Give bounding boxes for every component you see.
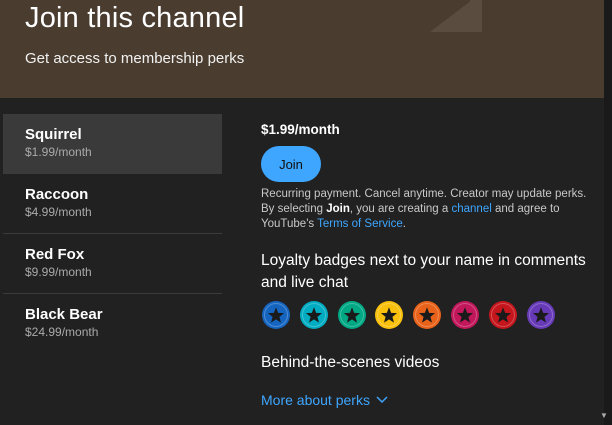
tier-detail: $1.99/month Join Recurring payment. Canc…	[261, 122, 591, 408]
fine-print-recurring: Recurring payment. Cancel anytime. Creat…	[261, 188, 587, 200]
star-badge-icon	[299, 301, 328, 329]
tier-item-black-bear[interactable]: Black Bear $24.99/month	[3, 294, 222, 354]
star-badge-icon	[488, 301, 517, 329]
tier-price: $9.99/month	[25, 265, 92, 279]
tier-item-red-fox[interactable]: Red Fox $9.99/month	[3, 234, 222, 294]
selected-tier-price: $1.99/month	[261, 122, 340, 137]
fine-print-text: By selecting	[261, 203, 327, 215]
channel-link[interactable]: channel	[452, 203, 492, 215]
fine-print-agreement: By selecting Join, you are creating a ch…	[261, 202, 591, 232]
tier-item-raccoon[interactable]: Raccoon $4.99/month	[3, 174, 222, 234]
badge-row	[261, 300, 591, 330]
header-decoration-strip	[470, 0, 482, 32]
page-subtitle: Get access to membership perks	[25, 50, 245, 67]
perk-loyalty-badges: Loyalty badges next to your name in comm…	[261, 250, 591, 330]
fine-print-join-word: Join	[326, 203, 350, 215]
star-badge-icon	[450, 301, 479, 329]
channel-header: Join this channel Get access to membersh…	[0, 0, 612, 98]
chevron-down-icon	[376, 396, 388, 404]
fine-print-text: , you are creating a	[349, 203, 452, 215]
tier-price: $24.99/month	[25, 325, 99, 339]
tier-name: Red Fox	[25, 246, 85, 263]
header-decoration	[430, 0, 472, 32]
perk-title: Loyalty badges next to your name in comm…	[261, 252, 586, 291]
tier-list: Squirrel $1.99/month Raccoon $4.99/month…	[3, 114, 222, 354]
scrollbar-track[interactable]	[604, 0, 612, 425]
more-about-perks-link[interactable]: More about perks	[261, 392, 591, 408]
join-button[interactable]: Join	[261, 146, 321, 182]
scroll-down-arrow-icon[interactable]: ▼	[596, 408, 612, 424]
star-badge-icon	[413, 301, 442, 329]
tier-name: Squirrel	[25, 126, 82, 143]
star-badge-icon	[337, 301, 366, 329]
page-title: Join this channel	[25, 2, 245, 34]
tier-price: $4.99/month	[25, 205, 92, 219]
star-badge-icon	[262, 301, 290, 329]
fine-print-text: .	[402, 218, 406, 230]
tier-name: Black Bear	[25, 306, 103, 323]
tier-item-squirrel[interactable]: Squirrel $1.99/month	[3, 114, 222, 174]
terms-of-service-link[interactable]: Terms of Service	[317, 218, 403, 230]
star-badge-icon	[526, 301, 555, 329]
tier-name: Raccoon	[25, 186, 89, 203]
perk-title: Behind-the-scenes videos	[261, 354, 440, 371]
fine-print: Recurring payment. Cancel anytime. Creat…	[261, 187, 591, 232]
star-badge-icon	[375, 301, 404, 329]
tier-price: $1.99/month	[25, 145, 92, 159]
perk-behind-the-scenes: Behind-the-scenes videos	[261, 352, 591, 374]
more-about-perks-label: More about perks	[261, 392, 370, 408]
